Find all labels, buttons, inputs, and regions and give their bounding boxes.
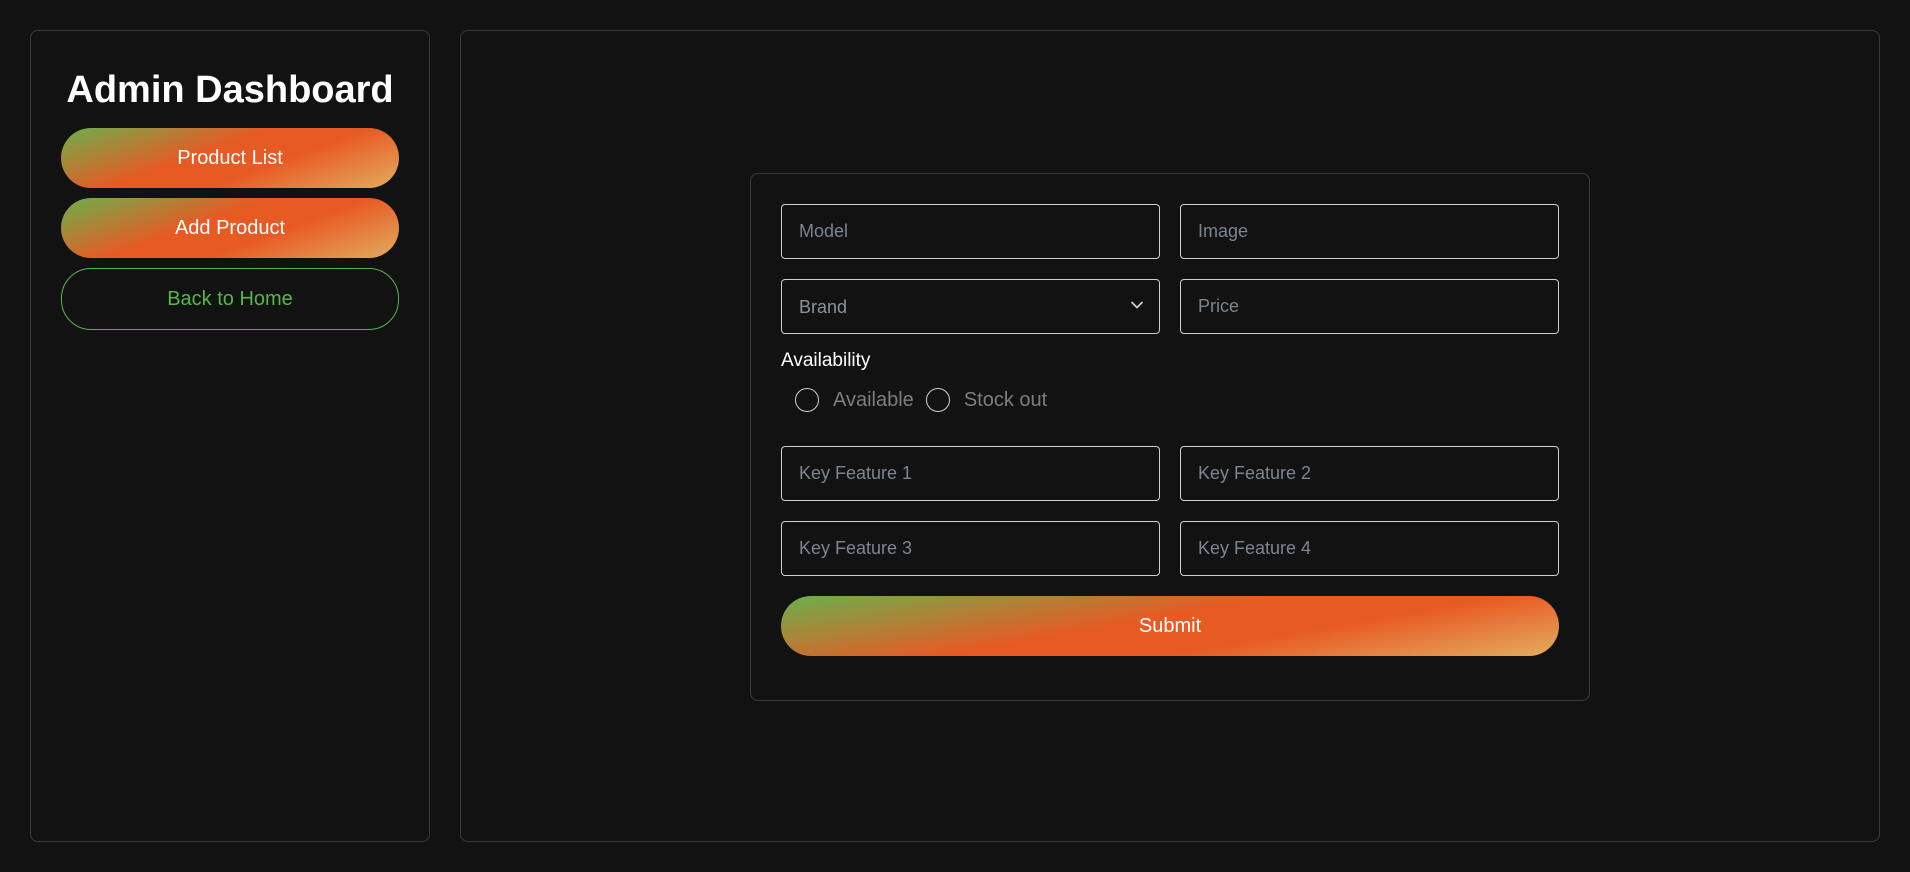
add-product-button[interactable]: Add Product — [61, 198, 399, 258]
key-feature-4-input[interactable] — [1180, 521, 1559, 576]
add-product-form: Brand Availability Available Stock out — [750, 173, 1590, 701]
radio-circle-icon[interactable] — [795, 388, 819, 412]
available-radio-label[interactable]: Available — [833, 389, 914, 412]
form-row-features-1-2 — [781, 446, 1559, 501]
form-row-brand-price: Brand — [781, 279, 1559, 334]
form-row-features-3-4 — [781, 521, 1559, 576]
product-list-button[interactable]: Product List — [61, 128, 399, 188]
stock-out-radio-label[interactable]: Stock out — [964, 389, 1047, 412]
brand-select-wrapper: Brand — [781, 279, 1160, 334]
form-row-model-image — [781, 204, 1559, 259]
availability-label: Availability — [781, 350, 871, 371]
model-input[interactable] — [781, 204, 1160, 259]
availability-radio-group: Available Stock out — [781, 388, 1559, 412]
radio-circle-icon[interactable] — [925, 388, 950, 412]
image-input[interactable] — [1180, 204, 1559, 259]
brand-select[interactable]: Brand — [781, 279, 1160, 334]
available-radio[interactable]: Available — [795, 388, 914, 412]
key-feature-3-input[interactable] — [781, 521, 1160, 576]
sidebar-title: Admin Dashboard — [66, 69, 394, 111]
app-root: Admin Dashboard Product List Add Product… — [0, 0, 1910, 872]
price-input[interactable] — [1180, 279, 1559, 334]
back-to-home-button[interactable]: Back to Home — [61, 268, 399, 330]
stock-out-radio[interactable]: Stock out — [925, 388, 1047, 412]
sidebar: Admin Dashboard Product List Add Product… — [30, 30, 430, 842]
key-feature-2-input[interactable] — [1180, 446, 1559, 501]
submit-button[interactable]: Submit — [781, 596, 1559, 656]
key-feature-1-input[interactable] — [781, 446, 1160, 501]
